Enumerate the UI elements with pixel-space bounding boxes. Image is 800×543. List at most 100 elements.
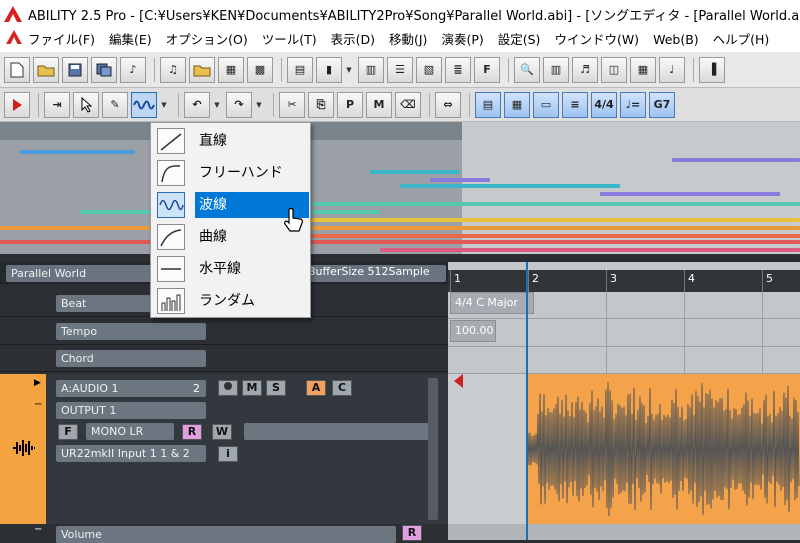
redo-dropdown[interactable]: ▼ [255, 92, 263, 118]
audio-track[interactable]: ▶ − A:AUDIO 1 2 M S A C OUTPUT 1 F MONO … [0, 374, 448, 524]
import-midi-icon[interactable]: ♪ [120, 56, 146, 83]
overview-track-bar [20, 150, 135, 154]
freeze-button[interactable]: F [58, 424, 78, 440]
song-view-icon[interactable]: ▤ [475, 91, 501, 118]
bounce-icon[interactable]: ▩ [247, 56, 273, 83]
keyboard-icon[interactable]: ▥ [543, 56, 569, 83]
info-button[interactable]: i [218, 446, 238, 462]
volume-read-button[interactable]: R [402, 525, 422, 541]
marker-icon[interactable]: ⇔ [435, 91, 461, 118]
input-field[interactable]: UR22mkII Input 1 1 & 2 [56, 445, 206, 462]
tempo-clip[interactable]: 100.00 [450, 320, 496, 342]
overview-track-bar [0, 226, 800, 230]
expand-icon[interactable]: ▶ [34, 378, 41, 388]
mixer-icon[interactable]: ▤ [287, 56, 313, 83]
mono-field[interactable]: MONO LR [86, 423, 174, 440]
audio-clip[interactable] [527, 374, 800, 524]
playhead[interactable] [526, 262, 528, 540]
mute-button[interactable]: M [242, 380, 262, 396]
menu-web[interactable]: Web(B) [646, 28, 706, 52]
chord-button[interactable]: G7 [649, 91, 675, 118]
menu-options[interactable]: オプション(O) [159, 28, 255, 52]
menu-item-horizontal-line[interactable]: 水平線 [153, 254, 309, 284]
write-button[interactable]: W [212, 424, 232, 440]
guitar-icon[interactable]: ♬ [572, 56, 598, 83]
inspector-icon[interactable]: 🔍 [514, 56, 540, 83]
import-audio-icon[interactable]: ♫ [160, 56, 186, 83]
record-arm-button[interactable] [218, 380, 238, 396]
save-as-icon[interactable] [91, 56, 117, 83]
drum-icon[interactable]: ◫ [601, 56, 627, 83]
chord-track[interactable]: Chord [0, 345, 448, 372]
range-select-icon[interactable]: ⇥ [44, 91, 70, 118]
menu-file[interactable]: ファイル(F) [0, 28, 102, 52]
song-editor-icon[interactable]: ▥ [358, 56, 384, 83]
app-icon[interactable]: ▐ [699, 56, 725, 83]
menu-view[interactable]: 表示(D) [324, 28, 382, 52]
menu-edit[interactable]: 編集(E) [102, 28, 159, 52]
undo-dropdown[interactable]: ▼ [213, 92, 221, 118]
event-list-icon[interactable]: ≣ [445, 56, 471, 83]
marker-view-icon[interactable]: ≡ [562, 91, 588, 118]
track-scrollbar[interactable] [428, 378, 438, 520]
paste-insert-icon[interactable]: M [366, 91, 392, 118]
automation-button[interactable]: A [306, 380, 326, 396]
read-button[interactable]: R [182, 424, 202, 440]
menu-item-straight-line[interactable]: 直線 [153, 126, 309, 156]
save-icon[interactable] [62, 56, 88, 83]
export-icon[interactable]: ▦ [218, 56, 244, 83]
beat-clip[interactable]: 4/4 C Major [450, 292, 534, 314]
menu-item-freehand[interactable]: フリーハンド [153, 158, 309, 188]
track-extra-field[interactable] [244, 423, 434, 440]
menu-window[interactable]: ウインドウ(W) [547, 28, 646, 52]
pencil-tool-icon[interactable]: ✎ [102, 91, 128, 118]
collapse-icon[interactable]: − [34, 399, 42, 410]
toolbar-separator [273, 92, 274, 117]
level-meter-dropdown[interactable]: ▼ [345, 57, 353, 83]
curve-icon [157, 224, 185, 250]
track-view-icon[interactable]: ▦ [504, 91, 530, 118]
open-project-icon[interactable] [189, 56, 215, 83]
redo-icon[interactable]: ↷ [226, 91, 252, 118]
collapse-icon[interactable]: − [34, 524, 42, 535]
audio-track-name[interactable]: A:AUDIO 1 [56, 380, 206, 397]
level-meter-icon[interactable]: ▮ [316, 56, 342, 83]
time-signature-button[interactable]: 4/4 [591, 91, 617, 118]
audio-track-number: 2 [193, 382, 200, 395]
new-file-icon[interactable] [4, 56, 30, 83]
open-folder-icon[interactable] [33, 56, 59, 83]
menu-move[interactable]: 移動(J) [382, 28, 434, 52]
effect-icon[interactable]: F [474, 56, 500, 83]
chord-track-label: Chord [56, 350, 206, 367]
timeline-ruler[interactable]: 1 2 3 4 5 [448, 270, 800, 292]
menu-tools[interactable]: ツール(T) [255, 28, 324, 52]
play-cursor-icon[interactable] [4, 91, 30, 118]
pointer-tool-icon[interactable] [73, 91, 99, 118]
volume-track[interactable]: − Volume R [0, 524, 448, 543]
undo-icon[interactable]: ↶ [184, 91, 210, 118]
tempo-track[interactable]: Tempo [0, 318, 448, 345]
line-tool-dropdown[interactable]: ▼ [160, 92, 168, 118]
toolbar-separator [469, 92, 470, 117]
menu-settings[interactable]: 設定(S) [491, 28, 548, 52]
film-icon[interactable]: ▭ [533, 91, 559, 118]
solo-button[interactable]: S [266, 380, 286, 396]
menu-help[interactable]: ヘルプ(H) [706, 28, 777, 52]
song-overview[interactable] [0, 122, 800, 284]
clip-button[interactable]: C [332, 380, 352, 396]
cut-icon[interactable]: ✂ [279, 91, 305, 118]
paste-icon[interactable]: P [337, 91, 363, 118]
menu-play[interactable]: 演奏(P) [434, 28, 490, 52]
tempo-button[interactable]: ♩= [620, 91, 646, 118]
pattern-icon[interactable]: ▦ [630, 56, 656, 83]
arrange-area[interactable]: 1 2 3 4 5 4/4 C Major 100.00 [448, 262, 800, 540]
eraser-icon[interactable]: ⌫ [395, 91, 421, 118]
wave-line-tool-icon[interactable] [131, 91, 157, 118]
copy-icon[interactable]: ⎘ [308, 91, 334, 118]
notation-icon[interactable]: ♩ [659, 56, 685, 83]
output-field[interactable]: OUTPUT 1 [56, 402, 206, 419]
straight-line-icon [157, 128, 185, 154]
piano-roll-icon[interactable]: ▧ [416, 56, 442, 83]
score-icon[interactable]: ☰ [387, 56, 413, 83]
menu-item-random[interactable]: ランダム [153, 286, 309, 316]
